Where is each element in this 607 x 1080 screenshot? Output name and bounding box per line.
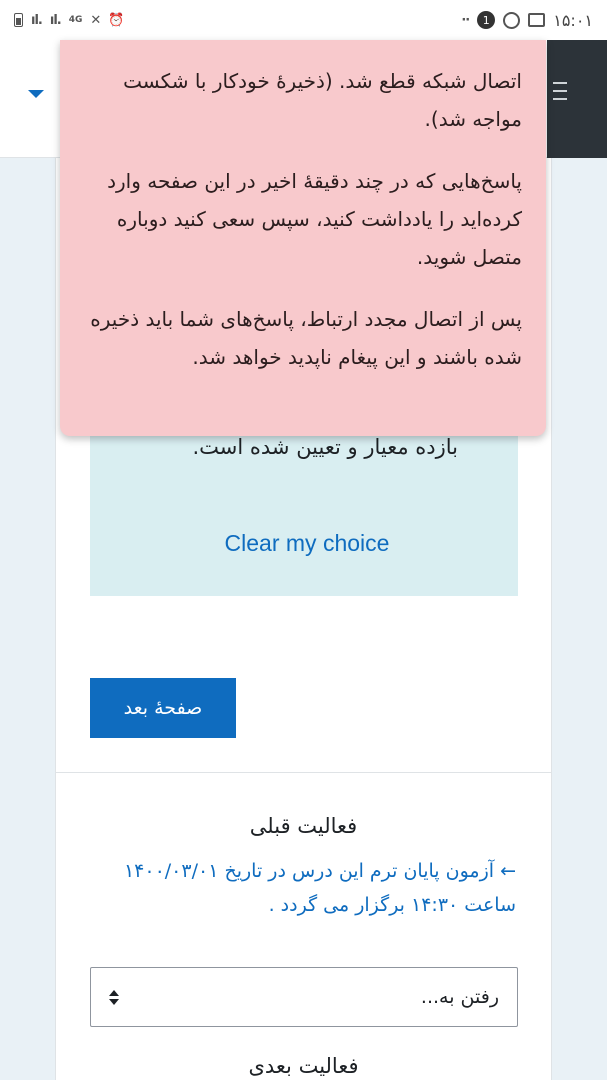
drawer-toggle-button[interactable] — [547, 40, 607, 158]
alarm-icon: ⏰ — [108, 12, 124, 28]
clear-choice-link[interactable]: Clear my choice — [56, 530, 558, 557]
previous-activity-link[interactable]: ← آزمون پایان ترم این درس در تاریخ ۱۴۰۰/… — [116, 854, 516, 922]
more-icon: ·· — [461, 12, 470, 28]
clock-time: ۱۵:۰۱ — [553, 10, 593, 30]
hamburger-icon — [553, 82, 567, 106]
divider — [56, 772, 551, 773]
gallery-icon — [528, 13, 546, 27]
status-bar: ıl. ıl. 4G ✕ ⏰ ·· 1 ۱۵:۰۱ — [0, 0, 607, 40]
signal-icon: ıl. — [31, 12, 43, 28]
toast-message-2: پاسخ‌هایی که در چند دقیقهٔ اخیر در این ص… — [107, 169, 522, 269]
select-arrows-icon — [109, 989, 119, 1005]
jump-to-select-value: رفتن به... — [420, 986, 499, 1008]
network-type-label: 4G — [68, 14, 83, 25]
wifi-off-icon: ✕ — [90, 12, 101, 28]
previous-activity-title: فعالیت قبلی — [249, 814, 358, 838]
notification-count-badge: 1 — [477, 11, 496, 29]
jump-to-select[interactable]: رفتن به... — [90, 967, 518, 1027]
next-page-button[interactable]: صفحهٔ بعد — [90, 678, 236, 738]
next-activity-title: فعالیت بعدی — [248, 1054, 359, 1078]
battery-icon — [14, 13, 23, 27]
status-bar-right: ·· 1 ۱۵:۰۱ — [461, 11, 593, 30]
user-menu-dropdown-icon[interactable] — [28, 90, 44, 98]
toast-message-1: اتصال شبکه قطع شد. (ذخیرهٔ خودکار با شکس… — [123, 69, 522, 131]
status-bar-left: ıl. ıl. 4G ✕ ⏰ — [14, 12, 124, 28]
signal-icon-2: ıl. — [49, 12, 62, 28]
connection-lost-toast[interactable]: اتصال شبکه قطع شد. (ذخیرهٔ خودکار با شکس… — [60, 40, 546, 436]
chrome-icon — [503, 11, 521, 29]
toast-message-3: پس از اتصال مجدد ارتباط، پاسخ‌های شما با… — [90, 307, 522, 369]
